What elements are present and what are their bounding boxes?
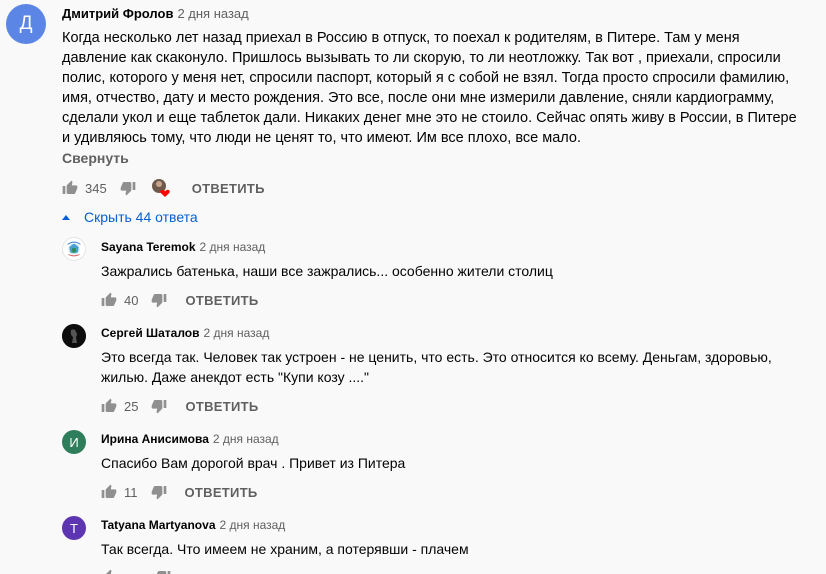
reply-author[interactable]: Tatyana Martyanova 2 дня назад	[101, 518, 285, 532]
reply-author[interactable]: Сергей Шаталов 2 дня назад	[101, 326, 269, 340]
avatar-letter: T	[70, 520, 78, 536]
like-count: 25	[124, 398, 139, 414]
hide-replies-label: Скрыть 44 ответа	[84, 209, 198, 225]
reply-actions: 25 ОТВЕТИТЬ	[101, 396, 259, 416]
reply-text: Зажрались батенька, наши все зажрались..…	[101, 263, 553, 279]
reply-button[interactable]: ОТВЕТИТЬ	[185, 293, 258, 308]
reply-author[interactable]: Sayana Teremok 2 дня назад	[101, 240, 265, 254]
reply-button[interactable]: ОТВЕТИТЬ	[192, 181, 265, 196]
reply-text: Спасибо Вам дорогой врач . Привет из Пит…	[101, 455, 406, 471]
main-comment-actions: 345 ОТВЕТИТЬ	[62, 178, 265, 198]
like-count: 40	[124, 292, 139, 308]
dislike-icon[interactable]	[155, 569, 171, 574]
dislike-icon[interactable]	[151, 292, 167, 308]
author-name[interactable]: Дмитрий Фролов	[62, 6, 173, 21]
main-comment-avatar[interactable]: Д	[6, 4, 46, 44]
author-name[interactable]: Sayana Teremok	[101, 240, 196, 254]
collapse-button[interactable]: Свернуть	[62, 150, 129, 166]
reply-avatar[interactable]: T	[62, 516, 86, 540]
like-icon[interactable]	[101, 398, 117, 414]
reply-actions	[101, 567, 171, 574]
author-name[interactable]: Ирина Анисимова	[101, 432, 209, 446]
chevron-up-icon	[62, 214, 70, 220]
avatar-letter: Д	[19, 13, 33, 34]
like-count: 11	[124, 484, 138, 500]
sayana-avatar-logo-icon	[63, 238, 85, 260]
dislike-icon[interactable]	[151, 484, 167, 500]
reply-avatar[interactable]	[62, 237, 86, 261]
comment-time[interactable]: 2 дня назад	[213, 432, 279, 446]
author-name[interactable]: Tatyana Martyanova	[101, 518, 216, 532]
comment-time[interactable]: 2 дня назад	[200, 240, 266, 254]
reply-avatar[interactable]	[62, 324, 86, 348]
author-name[interactable]: Сергей Шаталов	[101, 326, 200, 340]
like-count: 345	[85, 180, 107, 196]
comment-time[interactable]: 2 дня назад	[177, 6, 248, 21]
creator-heart-icon	[151, 179, 171, 197]
comment-time[interactable]: 2 дня назад	[204, 326, 270, 340]
like-icon[interactable]	[101, 292, 117, 308]
main-comment-text: Когда несколько лет назад приехал в Росс…	[62, 30, 797, 146]
comment-time[interactable]: 2 дня назад	[220, 518, 286, 532]
like-icon[interactable]	[62, 180, 78, 196]
avatar-letter: И	[69, 434, 79, 450]
reply-avatar[interactable]: И	[62, 430, 86, 454]
reply-text: Так всегда. Что имеем не храним, а потер…	[101, 541, 469, 557]
dislike-icon[interactable]	[151, 398, 167, 414]
reply-button[interactable]: ОТВЕТИТЬ	[185, 399, 258, 414]
hide-replies-button[interactable]: Скрыть 44 ответа	[62, 209, 198, 225]
reply-button[interactable]: ОТВЕТИТЬ	[185, 485, 258, 500]
reply-author[interactable]: Ирина Анисимова 2 дня назад	[101, 432, 279, 446]
like-icon[interactable]	[101, 484, 117, 500]
dislike-icon[interactable]	[120, 180, 136, 196]
reply-actions: 40 ОТВЕТИТЬ	[101, 290, 259, 310]
main-comment-author[interactable]: Дмитрий Фролов 2 дня назад	[62, 6, 249, 21]
sergey-avatar-silhouette-icon	[62, 324, 86, 348]
reply-actions: 11 ОТВЕТИТЬ	[101, 482, 258, 502]
like-icon[interactable]	[101, 569, 117, 574]
reply-text: Это всегда так. Человек так устроен - не…	[101, 349, 772, 385]
